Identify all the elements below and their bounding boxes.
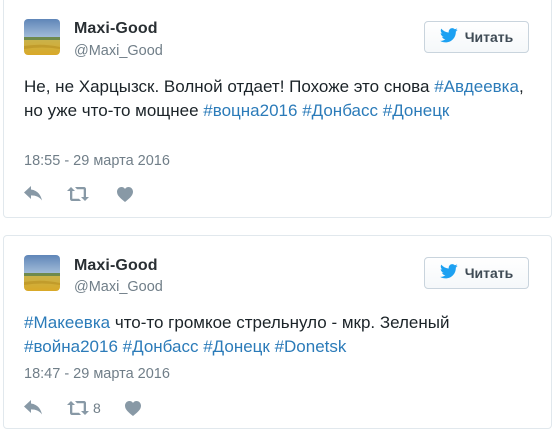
hashtag-link[interactable]: #Донбасс	[123, 337, 199, 356]
retweet-count: 8	[93, 400, 101, 416]
tweet-actions: 8	[24, 398, 165, 418]
hashtag-link[interactable]: #Авдеевка	[434, 77, 519, 96]
like-button[interactable]	[124, 400, 141, 416]
author-handle[interactable]: @Maxi_Good	[74, 279, 163, 295]
like-button[interactable]	[117, 186, 133, 202]
follow-label: Читать	[464, 265, 514, 281]
reply-icon	[24, 400, 43, 416]
retweet-icon	[67, 400, 89, 416]
heart-icon	[124, 400, 141, 416]
twitter-bird-icon	[439, 264, 458, 282]
tweet-text-segment: Не, не Харцызск. Волной отдает! Похоже э…	[24, 77, 435, 96]
tweet-text: Не, не Харцызск. Волной отдает! Похоже э…	[24, 75, 539, 123]
hashtag-link[interactable]: #война2016	[24, 337, 118, 356]
hashtag-link[interactable]: #Донбасс	[302, 101, 378, 120]
avatar[interactable]	[24, 19, 60, 55]
tweet-card: Maxi-Good @Maxi_Good Читать #Макеевка чт…	[3, 235, 552, 429]
reply-button[interactable]	[24, 400, 43, 416]
hashtag-link[interactable]: #Макеевка	[24, 313, 110, 332]
follow-button[interactable]: Читать	[424, 21, 529, 53]
reply-button[interactable]	[24, 186, 43, 202]
author-handle[interactable]: @Maxi_Good	[74, 43, 163, 59]
retweet-button[interactable]	[67, 186, 93, 202]
retweet-icon	[67, 186, 89, 202]
twitter-bird-icon	[439, 28, 458, 46]
tweet-text-segment: что-то громкое стрельнуло - мкр. Зеленый	[110, 313, 450, 332]
retweet-button[interactable]: 8	[67, 400, 101, 416]
tweet-timestamp[interactable]: 18:55 - 29 марта 2016	[24, 153, 170, 169]
hashtag-link[interactable]: #Донецк	[383, 101, 450, 120]
hashtag-link[interactable]: #Донецк	[203, 337, 270, 356]
follow-button[interactable]: Читать	[424, 257, 529, 289]
hashtag-link[interactable]: #Donetsk	[275, 337, 347, 356]
avatar[interactable]	[24, 255, 60, 291]
reply-icon	[24, 186, 43, 202]
hashtag-link[interactable]: #воцна2016	[203, 101, 297, 120]
author-name[interactable]: Maxi-Good	[74, 20, 158, 38]
tweet-timestamp[interactable]: 18:47 - 29 марта 2016	[24, 366, 170, 382]
heart-icon	[117, 186, 133, 202]
follow-label: Читать	[464, 29, 514, 45]
tweet-card: Maxi-Good @Maxi_Good Читать Не, не Харцы…	[3, 0, 552, 218]
tweet-actions	[24, 184, 157, 204]
author-name[interactable]: Maxi-Good	[74, 257, 158, 275]
tweet-text: #Макеевка что-то громкое стрельнуло - мк…	[24, 311, 539, 359]
